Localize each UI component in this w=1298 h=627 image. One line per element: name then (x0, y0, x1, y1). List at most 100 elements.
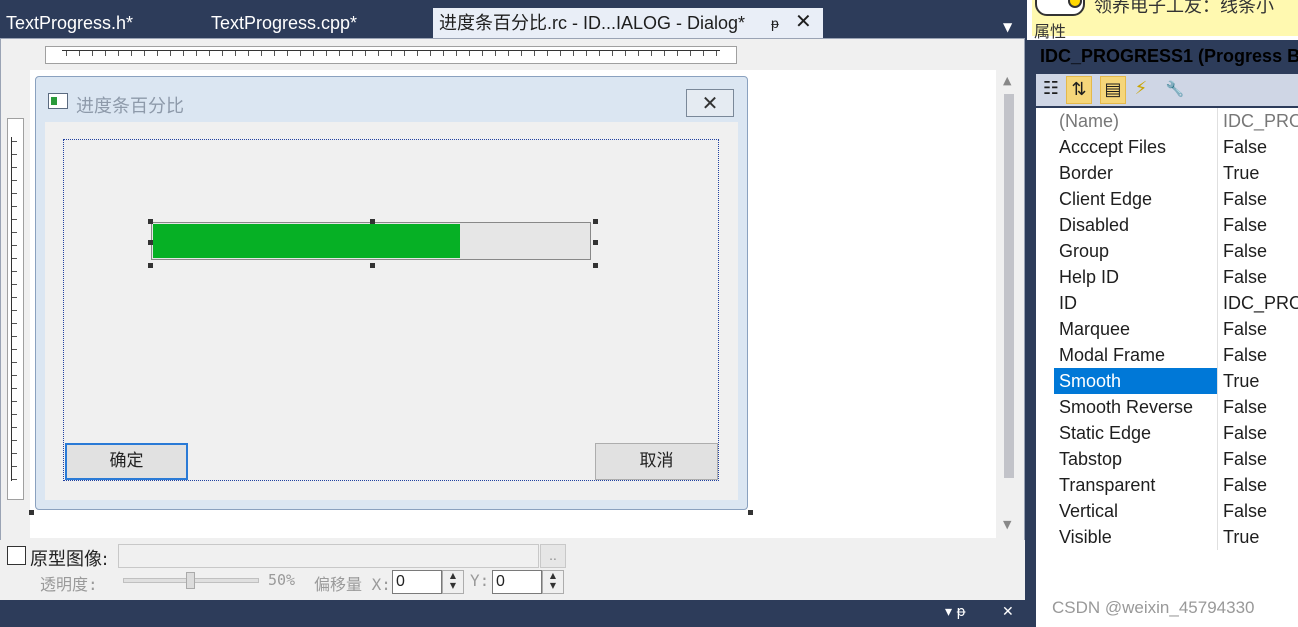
property-row[interactable]: ID IDC_PRO (1054, 290, 1298, 316)
vertical-guide-ruler[interactable] (7, 118, 24, 500)
property-row[interactable]: Static Edge False (1054, 420, 1298, 446)
tab-textprogress-cpp[interactable]: TextProgress.cpp* (205, 8, 425, 38)
property-value[interactable]: True (1218, 368, 1298, 394)
tab-dialog-resource[interactable]: 进度条百分比.rc - ID...IALOG - Dialog* ᵽ ✕ (433, 8, 823, 38)
ok-button[interactable]: 确定 (65, 443, 188, 480)
property-name[interactable]: Border (1054, 160, 1218, 186)
property-row[interactable]: Smooth True (1054, 368, 1298, 394)
property-object-title[interactable]: IDC_PROGRESS1 (Progress B (1040, 46, 1298, 67)
browse-button[interactable]: .. (540, 544, 566, 568)
property-name[interactable]: Modal Frame (1054, 342, 1218, 368)
property-name[interactable]: Group (1054, 238, 1218, 264)
progress-bar-control[interactable] (151, 222, 591, 260)
selection-handle[interactable] (593, 219, 598, 224)
property-name[interactable]: ID (1054, 290, 1218, 316)
selection-handle[interactable] (148, 219, 153, 224)
alphabetical-icon[interactable]: ⇅ (1066, 76, 1092, 104)
tab-dropdown-icon[interactable]: ▼ (1003, 20, 1012, 34)
prototype-image-path-field[interactable] (118, 544, 539, 568)
property-name[interactable]: Help ID (1054, 264, 1218, 290)
horizontal-guide-ruler[interactable] (45, 46, 737, 64)
scrollbar-thumb[interactable] (1004, 94, 1014, 478)
property-value[interactable]: True (1218, 524, 1298, 550)
property-value[interactable]: False (1218, 186, 1298, 212)
property-value[interactable]: IDC_PRO (1218, 108, 1298, 134)
properties-icon[interactable]: ▤ (1100, 76, 1126, 104)
property-value[interactable]: False (1218, 472, 1298, 498)
property-name[interactable]: Acccept Files (1054, 134, 1218, 160)
property-value[interactable]: False (1218, 342, 1298, 368)
property-row[interactable]: Transparent False (1054, 472, 1298, 498)
property-name[interactable]: Smooth (1054, 368, 1218, 394)
selection-handle[interactable] (593, 240, 598, 245)
close-tab-icon[interactable]: ✕ (795, 7, 812, 37)
property-value[interactable]: False (1218, 212, 1298, 238)
ruler-tick (12, 193, 17, 194)
property-row[interactable]: Group False (1054, 238, 1298, 264)
panel-close-icon[interactable]: ✕ (1002, 604, 1014, 620)
ruler-tick (625, 51, 626, 56)
events-icon[interactable]: ⚡ (1128, 76, 1154, 104)
opacity-slider-thumb[interactable] (186, 572, 195, 589)
vertical-scrollbar[interactable]: ▲ ▼ (997, 70, 1021, 540)
property-row[interactable]: Tabstop False (1054, 446, 1298, 472)
property-row[interactable]: Vertical False (1054, 498, 1298, 524)
pin-icon[interactable]: ᵽ (771, 8, 779, 38)
offset-x-input[interactable]: 0 (392, 570, 442, 594)
offset-y-input[interactable]: 0 (492, 570, 542, 594)
selection-handle[interactable] (370, 219, 375, 224)
property-name[interactable]: Tabstop (1054, 446, 1218, 472)
dialog-close-button[interactable]: ✕ (686, 89, 734, 117)
property-row[interactable]: Disabled False (1054, 212, 1298, 238)
property-name[interactable]: Transparent (1054, 472, 1218, 498)
ruler-tick (12, 388, 17, 389)
selection-handle[interactable] (593, 263, 598, 268)
selection-handle[interactable] (148, 263, 153, 268)
property-row[interactable]: Smooth Reverse False (1054, 394, 1298, 420)
property-row[interactable]: Acccept Files False (1054, 134, 1298, 160)
property-row[interactable]: (Name) IDC_PRO (1054, 108, 1298, 134)
property-value[interactable]: False (1218, 134, 1298, 160)
tab-textprogress-h[interactable]: TextProgress.h* (0, 8, 200, 38)
property-name[interactable]: (Name) (1054, 108, 1218, 134)
property-value[interactable]: False (1218, 316, 1298, 342)
property-row[interactable]: Modal Frame False (1054, 342, 1298, 368)
property-row[interactable]: Marquee False (1054, 316, 1298, 342)
property-value[interactable]: False (1218, 264, 1298, 290)
property-row[interactable]: Visible True (1054, 524, 1298, 550)
property-name[interactable]: Client Edge (1054, 186, 1218, 212)
property-row[interactable]: Help ID False (1054, 264, 1298, 290)
property-value[interactable]: False (1218, 446, 1298, 472)
property-name[interactable]: Marquee (1054, 316, 1218, 342)
panel-splitter[interactable] (1025, 0, 1033, 627)
lower-panel-header: ▾ ᵽ ✕ (0, 600, 1027, 627)
categorized-icon[interactable]: ☷ (1038, 76, 1064, 104)
offset-x-spinner[interactable]: ▲ ▼ (442, 570, 464, 594)
selection-handle[interactable] (148, 240, 153, 245)
panel-pin-icon[interactable]: ▾ ᵽ (945, 604, 966, 620)
cancel-button[interactable]: 取消 (595, 443, 718, 480)
resize-handle[interactable] (29, 510, 34, 515)
property-name[interactable]: Smooth Reverse (1054, 394, 1218, 420)
property-value[interactable]: False (1218, 394, 1298, 420)
property-value[interactable]: False (1218, 238, 1298, 264)
prototype-image-checkbox[interactable] (7, 546, 26, 565)
scroll-down-icon[interactable]: ▼ (1003, 518, 1011, 531)
property-row[interactable]: Border True (1054, 160, 1298, 186)
ruler-tick (222, 51, 223, 56)
property-value[interactable]: False (1218, 420, 1298, 446)
property-name[interactable]: Vertical (1054, 498, 1218, 524)
scroll-up-icon[interactable]: ▲ (1003, 74, 1011, 87)
offset-y-spinner[interactable]: ▲ ▼ (542, 570, 564, 594)
property-row[interactable]: Client Edge False (1054, 186, 1298, 212)
property-value[interactable]: IDC_PRO (1218, 290, 1298, 316)
wrench-icon[interactable]: 🔧 (1162, 76, 1188, 104)
selection-handle[interactable] (370, 263, 375, 268)
ruler-tick (183, 51, 184, 56)
property-name[interactable]: Visible (1054, 524, 1218, 550)
resize-handle[interactable] (748, 510, 753, 515)
property-value[interactable]: False (1218, 498, 1298, 524)
property-value[interactable]: True (1218, 160, 1298, 186)
property-name[interactable]: Disabled (1054, 212, 1218, 238)
property-name[interactable]: Static Edge (1054, 420, 1218, 446)
